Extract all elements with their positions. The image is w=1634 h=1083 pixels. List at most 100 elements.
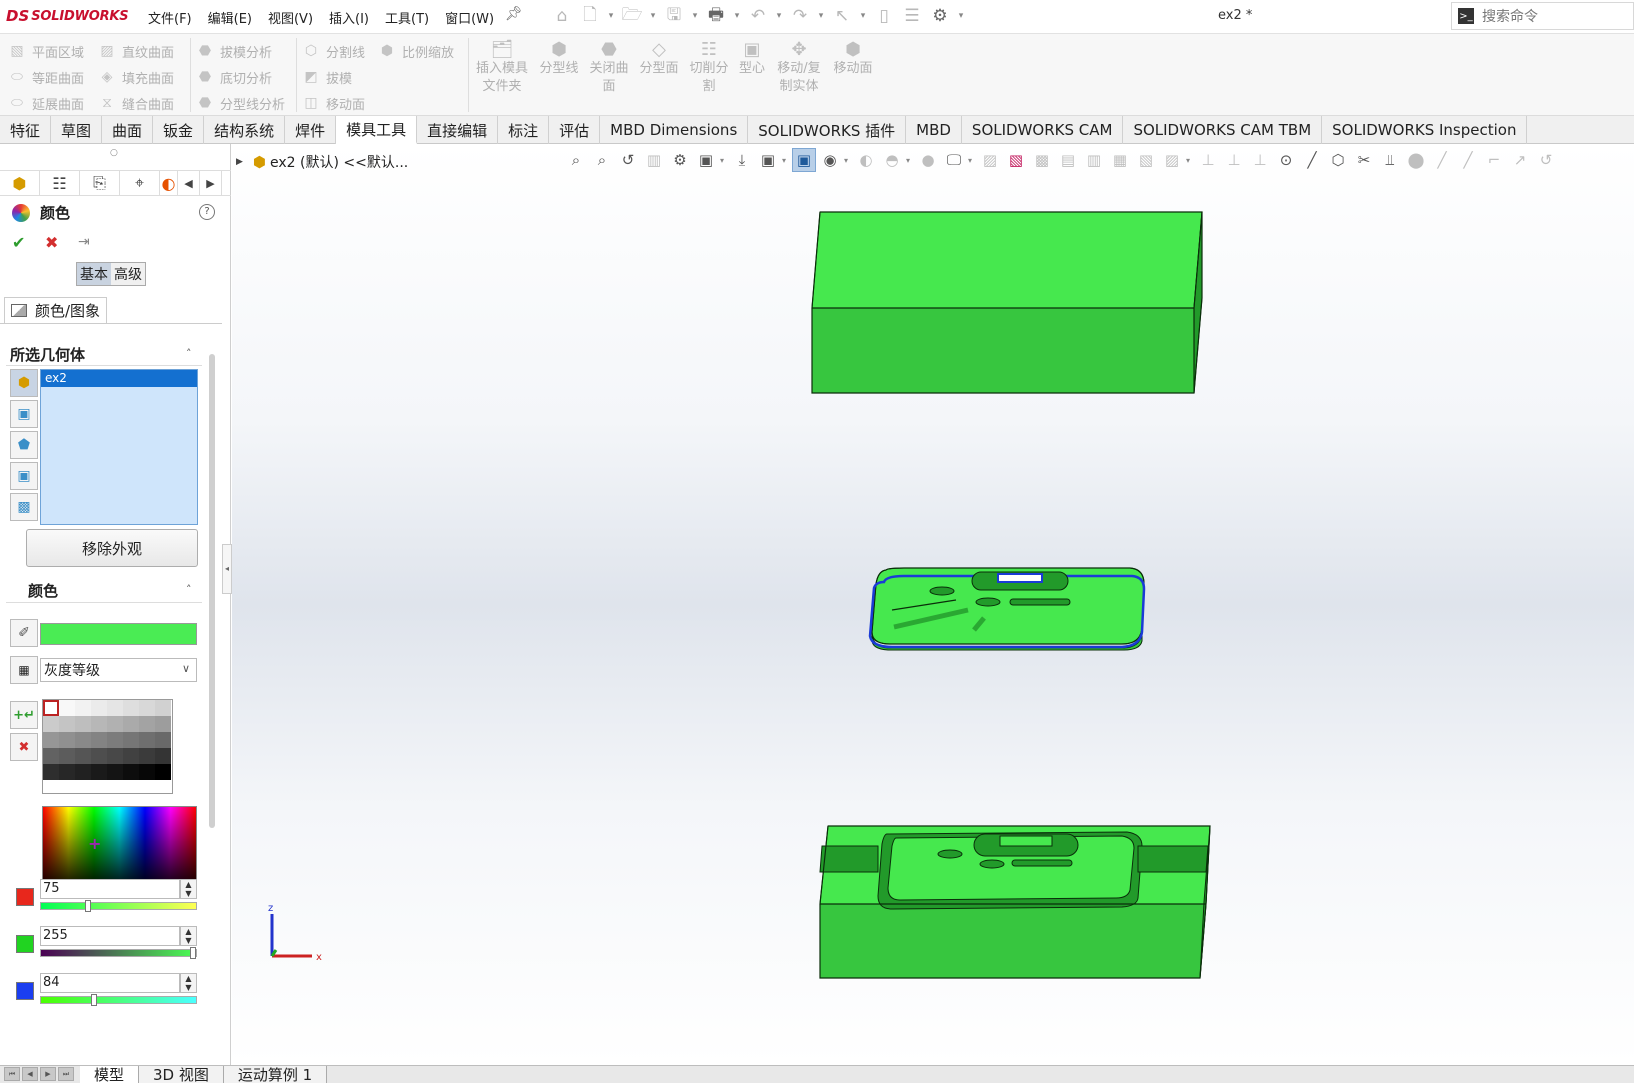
red-value-field[interactable]: 75 — [40, 879, 180, 899]
dynamic-annotation-icon[interactable]: ⚙ — [668, 148, 692, 172]
ruled-surface-button[interactable]: ▨ 直纹曲面 — [98, 38, 174, 64]
blue-slider[interactable] — [40, 996, 197, 1004]
tab-4[interactable]: 结构系统 — [204, 116, 286, 144]
add-swatch-icon[interactable]: +↵ — [10, 701, 38, 729]
dimxpert-tab-icon[interactable]: ⌖ — [120, 171, 160, 195]
apply-scene-icon[interactable]: ◓ — [880, 148, 904, 172]
tab-model[interactable]: 模型 — [80, 1065, 140, 1083]
molded-part-body[interactable] — [868, 567, 1146, 651]
cavity-block-body[interactable] — [811, 211, 1203, 394]
pin-menu-icon[interactable]: 📌︎ — [505, 6, 523, 22]
blue-spinner[interactable]: ▲ ▼ — [180, 973, 197, 993]
knit-surface-button[interactable]: ⧖ 缝合曲面 — [98, 90, 174, 116]
remove-appearance-button[interactable]: 移除外观 — [26, 529, 198, 567]
gray-swatch[interactable] — [123, 764, 139, 780]
scene-caret[interactable]: ▾ — [906, 156, 914, 165]
relations-icon[interactable]: ↺ — [1534, 148, 1558, 172]
new-dropdown-caret[interactable]: ▾ — [606, 11, 616, 21]
tabs-scroll-left-icon[interactable]: ◀ — [178, 171, 200, 195]
solidworks-logo[interactable]: DS SOLIDWORKS — [6, 6, 129, 26]
offset-surface-button[interactable]: ⬭ 等距曲面 — [8, 64, 84, 90]
core-slot-inner[interactable] — [999, 835, 1053, 847]
undo-dropdown-caret[interactable]: ▾ — [774, 11, 784, 21]
tab-2[interactable]: 曲面 — [102, 116, 154, 144]
tab-5[interactable]: 焊件 — [285, 116, 337, 144]
gray-swatch[interactable] — [155, 716, 171, 732]
gray-swatch[interactable] — [75, 748, 91, 764]
point-icon[interactable]: ⊥ — [1248, 148, 1272, 172]
display-pane-caret[interactable]: ▾ — [1186, 156, 1194, 165]
tooling-split-button[interactable]: ☷ 切削分 割 — [686, 40, 732, 96]
core-block-front-face[interactable] — [819, 903, 1207, 979]
planar-surface-button[interactable]: ▧ 平面区域 — [8, 38, 84, 64]
green-slider-handle[interactable] — [190, 947, 196, 959]
panel-scrollbar[interactable] — [209, 354, 215, 828]
gray-swatch[interactable] — [123, 732, 139, 748]
tab-6[interactable]: 模具工具 — [336, 116, 418, 144]
collapse-color-icon[interactable]: ˄ — [186, 583, 192, 596]
remove-swatch-icon[interactable]: ✖ — [10, 733, 38, 761]
tab-11[interactable]: SOLIDWORKS 插件 — [748, 116, 907, 144]
circle-sketch-icon[interactable]: ⊙ — [1274, 148, 1298, 172]
gray-swatch[interactable] — [139, 764, 155, 780]
cancel-x-icon[interactable]: ✖ — [45, 233, 58, 252]
parting-lines-button[interactable]: ⬢ 分型线 — [536, 40, 582, 78]
feature-tree-flyout[interactable]: ▶ ⬢ ex2 (默认) <<默认... — [236, 152, 408, 172]
keep-visible-pin-icon[interactable]: ⇥ — [78, 234, 90, 250]
edit-appearance-icon[interactable]: ◐ — [854, 148, 878, 172]
graphics-area[interactable]: ▶ ⬢ ex2 (默认) <<默认... ⌕ ⌕ ↺ ▥ ⚙ ▣ ▾ ⤓ ▣ ▾… — [232, 144, 1634, 1065]
view-orientation-icon[interactable]: ▣ — [694, 148, 718, 172]
view-settings-icon[interactable]: 🖵︎ — [942, 148, 966, 172]
red-slider[interactable] — [40, 902, 197, 910]
display-pane-icon[interactable]: ▨ — [1160, 148, 1184, 172]
save-icon[interactable]: 🖫︎ — [662, 4, 686, 28]
render-tools-icon[interactable]: ▨ — [978, 148, 1002, 172]
green-slider[interactable] — [40, 949, 197, 957]
list-item[interactable]: ex2 — [41, 370, 197, 387]
cavity-block-top-face[interactable] — [811, 211, 1203, 309]
gray-swatch[interactable] — [155, 700, 171, 716]
smart-dimension-icon[interactable]: ↗ — [1508, 148, 1532, 172]
normal-to-icon[interactable]: ⤓ — [730, 148, 754, 172]
blue-slider-handle[interactable] — [91, 994, 97, 1006]
blue-value-field[interactable]: 84 — [40, 973, 180, 993]
gray-swatch[interactable] — [91, 764, 107, 780]
line-sketch-icon[interactable]: ╱ — [1300, 148, 1324, 172]
undercut-analysis-button[interactable]: ⬣ 底切分析 — [196, 64, 285, 90]
ambient-occlusion-icon[interactable]: ▤ — [1056, 148, 1080, 172]
gray-swatch[interactable] — [43, 700, 59, 716]
move-face-button[interactable]: ⬢ 移动面 — [830, 40, 876, 78]
gray-swatch[interactable] — [123, 748, 139, 764]
zoom-to-fit-icon[interactable]: ⌕ — [564, 148, 588, 172]
green-value-field[interactable]: 255 — [40, 926, 180, 946]
shaded-with-edges-icon[interactable]: ▣ — [792, 148, 816, 172]
red-spinner[interactable]: ▲ ▼ — [180, 879, 197, 899]
collapse-selected-geometry-icon[interactable]: ˄ — [186, 347, 192, 360]
select-all-bodies-filter-icon[interactable]: ▩ — [10, 493, 38, 521]
camera-icon[interactable]: ▧ — [1134, 148, 1158, 172]
first-tab-icon[interactable]: ⏮ — [4, 1066, 20, 1081]
plane-icon[interactable]: ⊥ — [1196, 148, 1220, 172]
tab-14[interactable]: SOLIDWORKS CAM TBM — [1123, 116, 1323, 144]
gray-swatch[interactable] — [43, 716, 59, 732]
part-hole[interactable] — [975, 597, 1001, 607]
red-slider-handle[interactable] — [85, 900, 91, 912]
gray-swatch[interactable] — [75, 716, 91, 732]
gray-swatch[interactable] — [139, 732, 155, 748]
tab-1[interactable]: 草图 — [51, 116, 103, 144]
extend-surface-button[interactable]: ⬭ 延展曲面 — [8, 90, 84, 116]
next-tab-icon[interactable]: ▶ — [40, 1066, 56, 1081]
home-icon[interactable]: ⌂ — [550, 4, 574, 28]
gray-swatch[interactable] — [59, 716, 75, 732]
tab-13[interactable]: SOLIDWORKS CAM — [962, 116, 1124, 144]
view-settings-caret[interactable]: ▾ — [968, 156, 976, 165]
print-dropdown-caret[interactable]: ▾ — [732, 11, 742, 21]
tab-7[interactable]: 直接编辑 — [417, 116, 499, 144]
part-slot[interactable] — [1009, 598, 1071, 606]
gray-swatch[interactable] — [59, 732, 75, 748]
mirror-entities-icon[interactable]: ╱ — [1456, 148, 1480, 172]
select-cursor-icon[interactable]: ↖ — [830, 4, 854, 28]
select-face-filter-icon[interactable]: ▣ — [10, 462, 38, 490]
tab-8[interactable]: 标注 — [498, 116, 550, 144]
property-manager-tab-icon[interactable]: ☷ — [40, 171, 80, 195]
